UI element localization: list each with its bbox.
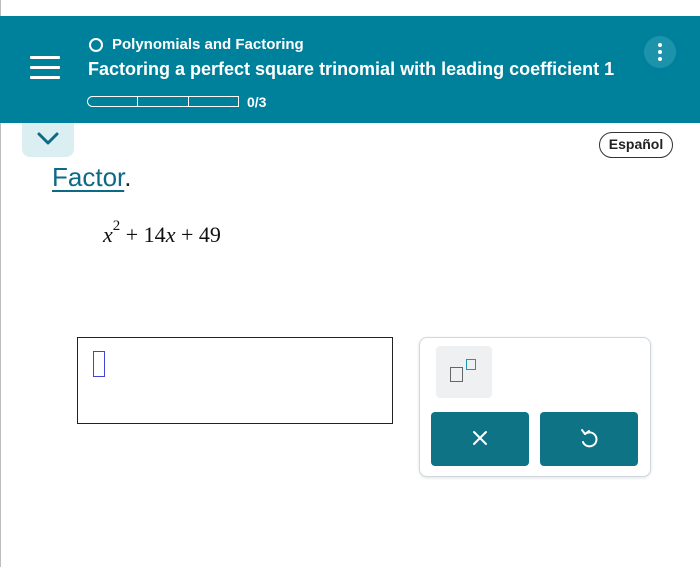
espanol-button[interactable]: Español [599, 132, 673, 158]
x-icon [473, 431, 487, 445]
math-expression: x2 + 14x + 49 [103, 218, 221, 248]
header-bar: Polynomials and Factoring Factoring a pe… [0, 16, 700, 123]
lesson-title: Factoring a perfect square trinomial wit… [88, 59, 615, 79]
superscript-template-icon [450, 367, 463, 382]
hamburger-menu-icon[interactable] [30, 56, 60, 82]
expr-variable: x [103, 222, 113, 247]
progress-segment [87, 96, 139, 107]
instruction-period: . [124, 162, 132, 192]
exponent-button[interactable] [436, 346, 492, 398]
instruction-link[interactable]: Factor [52, 162, 124, 192]
instruction: Factor. [52, 162, 131, 193]
expr-term-2: + 14 [125, 222, 166, 247]
expr-variable-2: x [165, 222, 176, 247]
undo-icon [581, 429, 598, 448]
input-cursor [93, 351, 105, 377]
undo-button[interactable] [540, 412, 638, 466]
clear-button[interactable] [431, 412, 529, 466]
progress-segment [188, 96, 239, 107]
progress-count: 0/3 [247, 94, 267, 110]
topic-circle-icon [89, 38, 103, 52]
chevron-down-icon [37, 132, 59, 145]
expr-term-3: + 49 [180, 222, 221, 247]
math-tool-panel [419, 337, 651, 477]
expr-exponent: 2 [112, 217, 121, 234]
progress-bar [87, 96, 239, 107]
answer-input[interactable] [77, 337, 393, 424]
topic-title: Polynomials and Factoring [112, 36, 304, 53]
collapse-tab[interactable] [22, 123, 74, 157]
superscript-box-icon [466, 359, 476, 370]
progress-segment [138, 96, 189, 107]
more-options-kebab-icon[interactable] [644, 36, 676, 68]
